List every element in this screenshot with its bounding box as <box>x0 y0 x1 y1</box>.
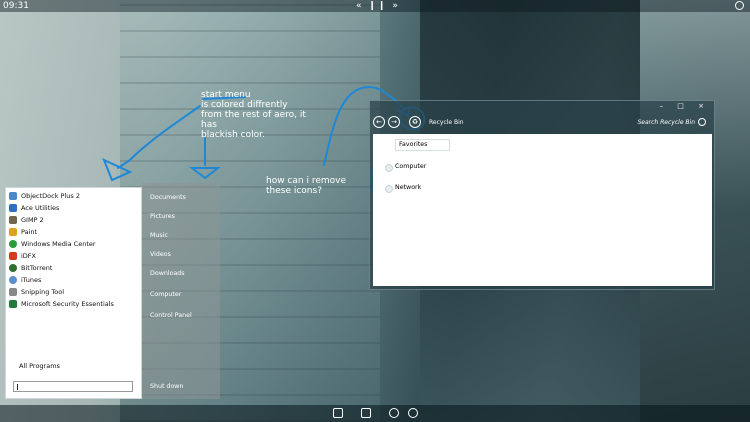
program-label: GIMP 2 <box>21 216 44 224</box>
computer-nav-item[interactable]: Computer <box>395 163 426 170</box>
downloads-link[interactable]: Downloads <box>150 270 185 277</box>
program-label: iTunes <box>21 276 42 284</box>
clock: 09:31 <box>3 1 29 11</box>
program-label: Snipping Tool <box>21 288 65 296</box>
start-menu-links: Documents Pictures Music Videos Download… <box>142 183 220 399</box>
pictures-link[interactable]: Pictures <box>150 213 175 220</box>
favorites-item[interactable]: Favorites <box>395 139 450 151</box>
previous-track-button[interactable]: « <box>356 1 364 11</box>
media-center-icon <box>9 240 17 248</box>
explorer-icon[interactable] <box>333 408 343 418</box>
program-label: ObjectDock Plus 2 <box>21 192 80 200</box>
computer-nav-icon <box>385 164 393 172</box>
clock-circle-icon[interactable] <box>735 1 744 10</box>
videos-link[interactable]: Videos <box>150 251 171 258</box>
network-nav-item[interactable]: Network <box>395 184 421 191</box>
network-nav-icon <box>385 185 393 193</box>
snipping-tool-icon <box>9 288 17 296</box>
caption-buttons[interactable]: – □ × <box>660 102 710 110</box>
all-programs-link[interactable]: All Programs <box>19 362 60 370</box>
globe-icon[interactable] <box>408 408 418 418</box>
text-caret <box>17 384 18 390</box>
pause-button[interactable]: ❙❙ <box>368 1 387 11</box>
bittorrent-icon <box>9 264 17 272</box>
music-link[interactable]: Music <box>150 232 168 239</box>
annotation-arrowhead-1 <box>102 158 133 182</box>
search-icon[interactable] <box>698 118 706 126</box>
program-item[interactable]: iDFX <box>6 250 141 262</box>
program-label: BitTorrent <box>21 264 53 272</box>
top-bar: 09:31 « ❙❙ » <box>0 0 750 12</box>
start-menu-programs: ObjectDock Plus 2 Ace Utilities GIMP 2 P… <box>5 187 142 399</box>
program-label: iDFX <box>21 252 37 260</box>
annotation-arrowhead-2 <box>189 167 221 180</box>
next-track-button[interactable]: » <box>392 1 400 11</box>
chrome-icon[interactable] <box>389 408 399 418</box>
shutdown-button[interactable]: Shut down <box>150 383 183 390</box>
start-search-input[interactable] <box>13 381 133 392</box>
ace-utilities-icon <box>9 204 17 212</box>
program-label: Microsoft Security Essentials <box>21 300 114 308</box>
annotation-arrow-1 <box>117 105 201 169</box>
idfx-icon <box>9 252 17 260</box>
program-item[interactable]: Ace Utilities <box>6 202 141 214</box>
program-item[interactable]: Snipping Tool <box>6 286 141 298</box>
program-item[interactable]: iTunes <box>6 274 141 286</box>
annotation-note-start-menu: start menu is colored diffrently from th… <box>201 90 306 140</box>
back-button[interactable]: ← <box>373 116 385 128</box>
address-bar[interactable]: Recycle Bin <box>429 119 464 126</box>
itunes-icon <box>9 276 17 284</box>
program-label: Windows Media Center <box>21 240 96 248</box>
program-item[interactable]: Windows Media Center <box>6 238 141 250</box>
forward-button[interactable]: → <box>388 116 400 128</box>
taskbar <box>0 405 750 422</box>
recycle-bin-icon[interactable]: ♻ <box>409 116 421 128</box>
program-item[interactable]: ObjectDock Plus 2 <box>6 190 141 202</box>
program-label: Ace Utilities <box>21 204 60 212</box>
explorer-content-pane: Favorites Computer Network <box>373 134 712 286</box>
computer-link[interactable]: Computer <box>150 291 181 298</box>
explorer-window: – □ × ← → ♻ Recycle Bin Search Recycle B… <box>369 100 715 290</box>
gimp-icon <box>9 216 17 224</box>
paint-icon <box>9 228 17 236</box>
program-item[interactable]: GIMP 2 <box>6 214 141 226</box>
security-essentials-icon <box>9 300 17 308</box>
program-item[interactable]: Paint <box>6 226 141 238</box>
documents-link[interactable]: Documents <box>150 194 186 201</box>
objectdock-icon <box>9 192 17 200</box>
program-item[interactable]: Microsoft Security Essentials <box>6 298 141 310</box>
annotation-note-icons: how can i remove these icons? <box>266 176 346 196</box>
program-item[interactable]: BitTorrent <box>6 262 141 274</box>
grid-icon[interactable] <box>361 408 371 418</box>
program-label: Paint <box>21 228 38 236</box>
media-controls: « ❙❙ » <box>356 0 400 12</box>
search-input[interactable]: Search Recycle Bin <box>637 119 695 126</box>
control-panel-link[interactable]: Control Panel <box>150 312 192 319</box>
